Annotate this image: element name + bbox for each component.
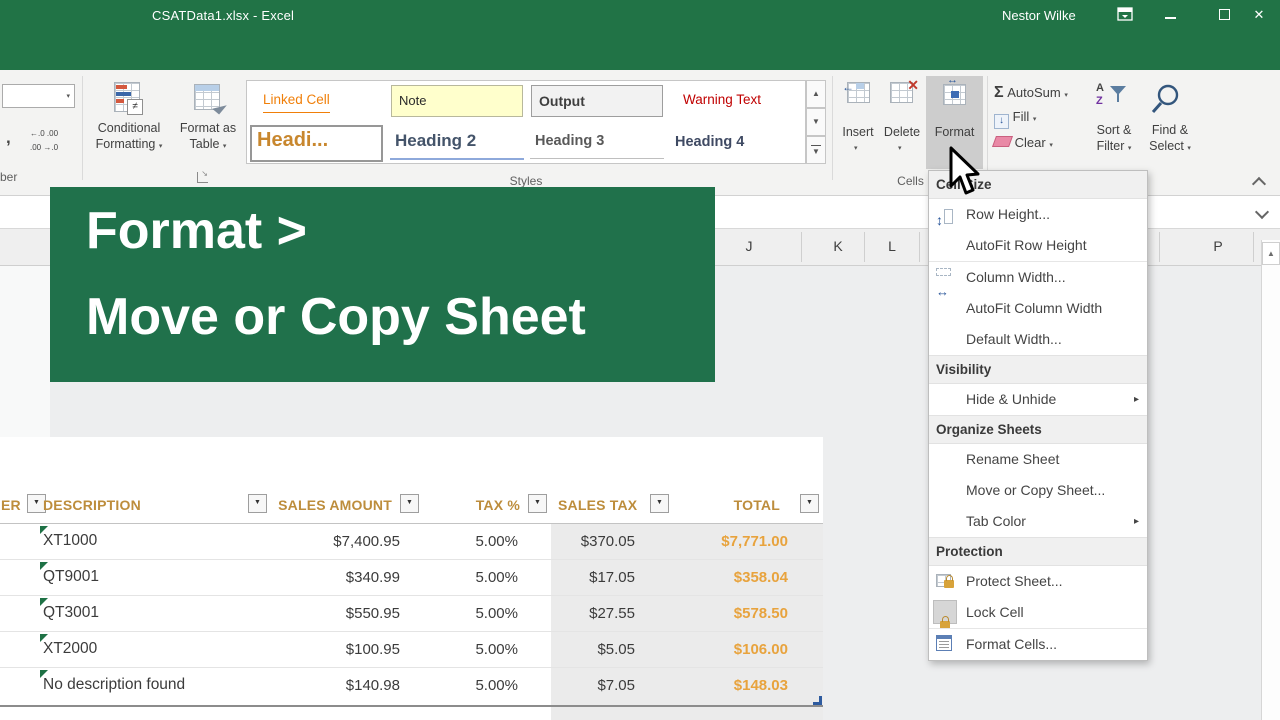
menu-item-autofit-row-height[interactable]: AutoFit Row Height bbox=[929, 230, 1147, 261]
caption-line2: Move or Copy Sheet bbox=[86, 288, 586, 346]
cell-description[interactable]: No description found bbox=[43, 676, 185, 694]
table-row[interactable]: XT1000 $7,400.95 5.00% $370.05 $7,771.00 bbox=[0, 524, 823, 560]
table-header: SALES AMOUNT bbox=[278, 497, 392, 513]
cell-sales-amount[interactable]: $100.95 bbox=[260, 641, 400, 658]
menu-item-rename-sheet[interactable]: Rename Sheet bbox=[929, 444, 1147, 475]
menu-header-visibility: Visibility bbox=[929, 355, 1147, 384]
format-cells-icon bbox=[936, 635, 952, 651]
excel-window: CSATData1.xlsx - Excel Nestor Wilke ✕ AC… bbox=[0, 0, 1280, 720]
menu-item-move-or-copy-sheet[interactable]: Move or Copy Sheet... bbox=[929, 475, 1147, 506]
submenu-arrow-icon: ▸ bbox=[1133, 516, 1139, 527]
table-row[interactable]: No description found $140.98 5.00% $7.05… bbox=[0, 668, 823, 704]
cell-description[interactable]: XT1000 bbox=[43, 532, 97, 550]
cell-total[interactable]: $148.03 bbox=[655, 677, 788, 694]
scroll-up-button[interactable]: ▲ bbox=[1262, 242, 1280, 265]
cell-tax[interactable]: 5.00% bbox=[430, 677, 518, 694]
cell-sales-tax[interactable]: $7.05 bbox=[545, 677, 635, 694]
cell-sales-tax[interactable]: $27.55 bbox=[545, 605, 635, 622]
cell-tax[interactable]: 5.00% bbox=[430, 641, 518, 658]
protect-sheet-icon bbox=[936, 572, 956, 592]
row-height-icon: ↕ bbox=[936, 205, 956, 228]
cell-total[interactable]: $358.04 bbox=[655, 569, 788, 586]
submenu-arrow-icon: ▸ bbox=[1133, 394, 1139, 405]
caption-line1: Format > bbox=[86, 202, 308, 260]
cell-tax[interactable]: 5.00% bbox=[430, 605, 518, 622]
menu-item-tab-color[interactable]: Tab Color ▸ bbox=[929, 506, 1147, 537]
menu-item-format-cells[interactable]: Format Cells... bbox=[929, 628, 1147, 660]
table-row[interactable]: XT2000 $100.95 5.00% $5.05 $106.00 bbox=[0, 632, 823, 668]
cell-description[interactable]: XT2000 bbox=[43, 640, 97, 658]
menu-item-lock-cell[interactable]: Lock Cell bbox=[929, 597, 1147, 629]
partial-column-header: ER bbox=[1, 497, 21, 513]
cell-sales-amount[interactable]: $550.95 bbox=[260, 605, 400, 622]
cell-sales-amount[interactable]: $140.98 bbox=[260, 677, 400, 694]
cell-total[interactable]: $7,771.00 bbox=[655, 533, 788, 550]
menu-item-row-height[interactable]: ↕ Row Height... bbox=[929, 199, 1147, 230]
cell-sales-amount[interactable]: $7,400.95 bbox=[260, 533, 400, 550]
menu-item-protect-sheet[interactable]: Protect Sheet... bbox=[929, 566, 1147, 597]
filter-button[interactable]: ▼ bbox=[800, 494, 819, 513]
caption-overlay: Format > Move or Copy Sheet bbox=[50, 187, 715, 382]
format-menu: Cell Size ↕ Row Height... AutoFit Row He… bbox=[928, 170, 1148, 661]
filter-button[interactable]: ▼ bbox=[400, 494, 419, 513]
cell-sales-tax[interactable]: $370.05 bbox=[545, 533, 635, 550]
menu-item-autofit-column-width[interactable]: AutoFit Column Width bbox=[929, 293, 1147, 324]
table-row[interactable]: QT3001 $550.95 5.00% $27.55 $578.50 bbox=[0, 596, 823, 632]
cell-total[interactable]: $578.50 bbox=[655, 605, 788, 622]
cell-sales-tax[interactable]: $17.05 bbox=[545, 569, 635, 586]
table-header: TAX % bbox=[475, 497, 520, 513]
cell-tax[interactable]: 5.00% bbox=[430, 533, 518, 550]
menu-item-hide-unhide[interactable]: Hide & Unhide ▸ bbox=[929, 384, 1147, 415]
table-resize-handle[interactable] bbox=[813, 696, 822, 705]
menu-header-organize-sheets: Organize Sheets bbox=[929, 415, 1147, 444]
cell-sales-amount[interactable]: $340.99 bbox=[260, 569, 400, 586]
column-width-icon: ↔ bbox=[936, 268, 956, 299]
menu-item-default-width[interactable]: Default Width... bbox=[929, 324, 1147, 355]
mouse-cursor-icon bbox=[948, 146, 982, 203]
table-header: DESCRIPTION bbox=[43, 497, 141, 513]
menu-header-protection: Protection bbox=[929, 537, 1147, 566]
menu-item-column-width[interactable]: ↔ Column Width... bbox=[929, 261, 1147, 299]
vertical-scrollbar[interactable]: ▲ bbox=[1261, 240, 1280, 720]
cell-description[interactable]: QT3001 bbox=[43, 604, 99, 622]
filter-button[interactable]: ▼ bbox=[528, 494, 547, 513]
table-row[interactable]: QT9001 $340.99 5.00% $17.05 $358.04 bbox=[0, 560, 823, 596]
cell-tax[interactable]: 5.00% bbox=[430, 569, 518, 586]
cell-sales-tax[interactable]: $5.05 bbox=[545, 641, 635, 658]
lock-cell-icon bbox=[933, 600, 957, 629]
cell-description[interactable]: QT9001 bbox=[43, 568, 99, 586]
table-header: TOTAL bbox=[733, 497, 780, 513]
table-header: SALES TAX bbox=[558, 497, 638, 513]
cell-total[interactable]: $106.00 bbox=[655, 641, 788, 658]
